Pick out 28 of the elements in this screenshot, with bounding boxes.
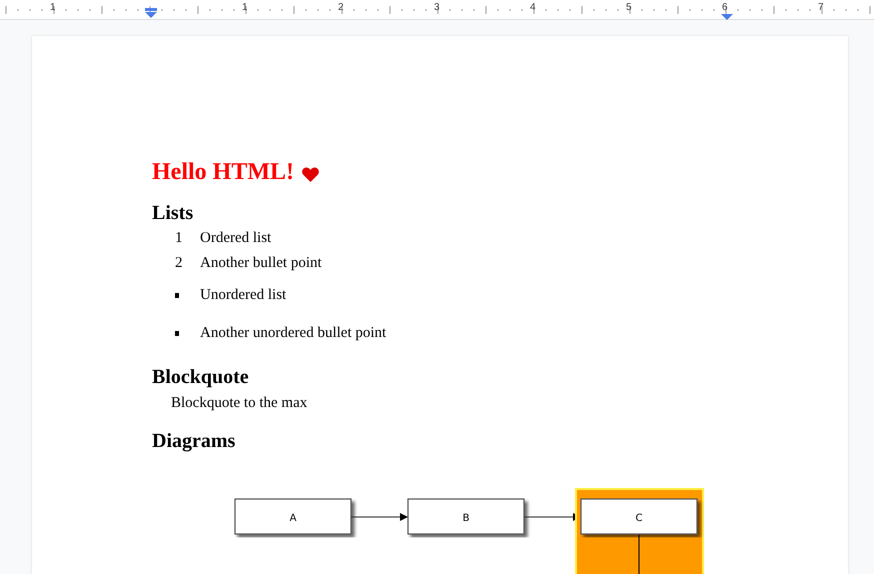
ruler-number: 5 <box>626 2 632 13</box>
blockquote-text: Blockquote to the max <box>171 394 308 413</box>
ruler-number: 3 <box>434 2 440 13</box>
bullet-icon <box>175 330 179 336</box>
arrow <box>350 513 408 521</box>
section-heading: Lists <box>152 201 194 226</box>
ruler-number: 6 <box>722 2 728 13</box>
ruler-number: 1 <box>50 2 56 13</box>
list-item-text: Ordered list <box>200 230 272 247</box>
indent-marker-icon[interactable] <box>145 8 157 18</box>
diagram-node: A <box>234 498 352 535</box>
document-title: Hello HTML! <box>152 158 294 186</box>
list-number: 1 <box>174 230 184 247</box>
ruler-number: 1 <box>242 2 248 13</box>
bullet-icon <box>175 292 179 298</box>
diagram-node: C <box>580 498 698 535</box>
list-item-text: Another bullet point <box>200 255 322 272</box>
heart-icon <box>302 166 319 182</box>
diagram-node: B <box>407 498 525 535</box>
section-heading: Diagrams <box>152 429 236 454</box>
ruler-number: 7 <box>818 2 824 13</box>
list-item-text: Unordered list <box>200 286 286 304</box>
list-item-text: Another unordered bullet point <box>200 324 386 342</box>
indent-marker-icon[interactable] <box>721 14 733 20</box>
ruler-number: 4 <box>530 2 536 13</box>
list-number: 2 <box>174 255 184 272</box>
ruler-number: 2 <box>338 2 344 13</box>
section-heading: Blockquote <box>152 365 250 390</box>
